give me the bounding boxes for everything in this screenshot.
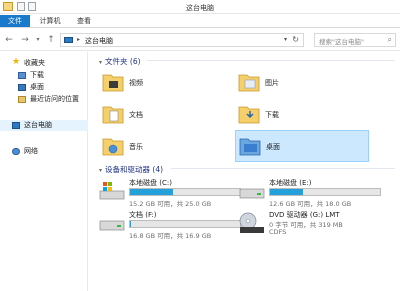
folder-label: 文档 <box>129 111 143 119</box>
nav-desktop[interactable]: 桌面 <box>0 82 88 93</box>
drive-usage-bar <box>269 188 381 196</box>
folder-item[interactable]: 图片 <box>237 70 367 98</box>
drive-usage-fill <box>130 221 132 227</box>
dvd-drive-icon <box>239 212 264 233</box>
desktop-icon <box>18 84 26 91</box>
nav-network[interactable]: 网络 <box>0 146 88 157</box>
quick-access-toolbar <box>17 2 36 11</box>
search-input[interactable]: 搜索"这台电脑" ⌕ <box>314 33 396 47</box>
folder-label: 视频 <box>129 79 143 87</box>
computer-icon <box>12 122 20 129</box>
tab-computer[interactable]: 计算机 <box>36 15 64 27</box>
folder-app-icon <box>3 2 13 11</box>
nav-recent-label: 最近访问的位置 <box>30 95 79 103</box>
collapse-chevron-icon[interactable]: ▾ <box>99 59 102 66</box>
drive-name: 本地磁盘 (C:) <box>129 179 172 187</box>
drive-item[interactable]: DVD 驱动器 (G:) LMT 0 字节 可用，共 319 MB CDFS <box>239 210 379 242</box>
title-bar: 这台电脑 <box>0 0 400 14</box>
nav-downloads[interactable]: 下载 <box>0 70 88 81</box>
address-bar[interactable]: ▸ 这台电脑 ▾ ↻ <box>60 33 304 47</box>
drives-header-label: 设备和驱动器 (4) <box>105 165 164 174</box>
drive-usage-bar <box>129 220 241 228</box>
drive-item[interactable]: 本地磁盘 (E:) 12.6 GB 可用，共 18.0 GB <box>239 178 381 210</box>
content-pane: ▾ 文件夹 (6) 视频 图片 文档 下载 音乐 桌面 ▾ 设备和驱动器 (4)… <box>89 52 400 291</box>
breadcrumb-separator[interactable]: ▸ <box>77 36 80 43</box>
recent-places-icon <box>18 96 26 103</box>
folder-label: 图片 <box>265 79 279 87</box>
chevron-down-icon[interactable]: ▾ <box>284 36 287 43</box>
recent-locations-chevron-icon[interactable]: ▾ <box>33 34 43 46</box>
nav-favorites-label: 收藏夹 <box>24 59 45 67</box>
folder-label: 桌面 <box>266 143 280 151</box>
search-placeholder: 搜索"这台电脑" <box>319 38 364 46</box>
tab-file[interactable]: 文件 <box>0 15 30 27</box>
forward-arrow-icon[interactable]: → <box>20 34 30 46</box>
nav-favorites[interactable]: ★ 收藏夹 <box>0 58 88 69</box>
folder-item-selected[interactable]: 桌面 <box>235 130 369 162</box>
folder-item[interactable]: 下载 <box>237 102 367 130</box>
hard-drive-icon <box>99 220 125 231</box>
drive-space-info: 15.2 GB 可用，共 25.0 GB <box>129 200 212 208</box>
drive-filesystem: CDFS <box>269 228 287 236</box>
nav-downloads-label: 下载 <box>30 71 44 79</box>
navigation-pane: ★ 收藏夹 下载 桌面 最近访问的位置 这台电脑 网络 <box>0 52 88 291</box>
hard-drive-icon <box>239 188 265 199</box>
nav-this-pc[interactable]: 这台电脑 <box>0 120 88 131</box>
downloads-icon <box>18 72 26 79</box>
ribbon-tabs: 文件 计算机 查看 <box>0 14 400 28</box>
window-title: 这台电脑 <box>186 4 214 12</box>
refresh-icon[interactable]: ↻ <box>292 35 299 44</box>
music-folder-icon <box>102 138 124 156</box>
folder-label: 音乐 <box>129 143 143 151</box>
network-icon <box>12 148 20 155</box>
drive-item[interactable]: 本地磁盘 (C:) 15.2 GB 可用，共 25.0 GB <box>99 178 241 210</box>
drive-item[interactable]: 文档 (F:) 16.8 GB 可用，共 16.9 GB <box>99 210 241 242</box>
group-divider <box>147 60 395 61</box>
folders-header-label: 文件夹 (6) <box>105 57 141 66</box>
drive-usage-fill <box>270 189 303 195</box>
folders-group-header[interactable]: ▾ 文件夹 (6) <box>99 56 141 67</box>
drive-usage-fill <box>130 189 173 195</box>
computer-icon <box>64 37 73 43</box>
drive-name: 文档 (F:) <box>129 211 157 219</box>
star-icon: ★ <box>12 57 21 67</box>
system-drive-icon <box>99 182 125 200</box>
pictures-folder-icon <box>238 74 260 92</box>
breadcrumb-this-pc[interactable]: 这台电脑 <box>85 36 113 46</box>
properties-icon[interactable] <box>17 2 25 11</box>
desktop-folder-icon <box>239 138 261 156</box>
folder-item[interactable]: 视频 <box>101 70 231 98</box>
folder-item[interactable]: 文档 <box>101 102 231 130</box>
up-arrow-icon[interactable]: ↑ <box>46 34 56 46</box>
nav-network-label: 网络 <box>24 147 38 155</box>
folder-item[interactable]: 音乐 <box>101 134 231 162</box>
nav-this-pc-label: 这台电脑 <box>24 121 52 129</box>
drives-group-header[interactable]: ▾ 设备和驱动器 (4) <box>99 164 163 175</box>
folder-label: 下载 <box>265 111 279 119</box>
drive-space-info: 12.6 GB 可用，共 18.0 GB <box>269 200 352 208</box>
group-divider <box>171 168 395 169</box>
nav-recent[interactable]: 最近访问的位置 <box>0 94 88 105</box>
drive-space-info: 16.8 GB 可用，共 16.9 GB <box>129 232 212 240</box>
new-folder-icon[interactable] <box>28 2 36 11</box>
documents-folder-icon <box>102 106 124 124</box>
address-toolbar: ← → ▾ ↑ ▸ 这台电脑 ▾ ↻ 搜索"这台电脑" ⌕ <box>0 29 400 51</box>
back-arrow-icon[interactable]: ← <box>4 34 14 46</box>
downloads-folder-icon <box>238 106 260 124</box>
videos-folder-icon <box>102 74 124 92</box>
search-icon[interactable]: ⌕ <box>388 35 392 45</box>
drive-usage-bar <box>129 188 241 196</box>
collapse-chevron-icon[interactable]: ▾ <box>99 167 102 174</box>
tab-view[interactable]: 查看 <box>72 15 96 27</box>
drive-name: 本地磁盘 (E:) <box>269 179 312 187</box>
nav-desktop-label: 桌面 <box>30 83 44 91</box>
